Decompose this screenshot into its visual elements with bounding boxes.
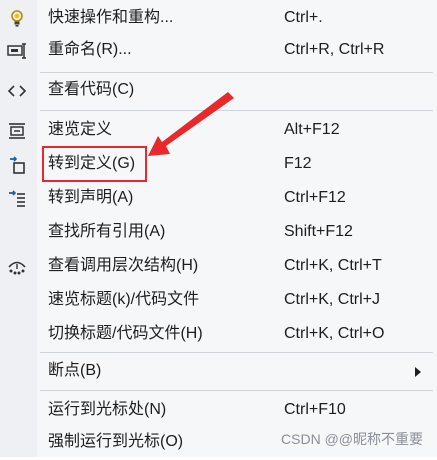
- menu-item-label: 强制运行到光标(O): [48, 433, 184, 450]
- menu-item-shortcut: Alt+F12: [284, 121, 340, 138]
- menu-item-label: 断点(B): [48, 362, 102, 379]
- menu-item-shortcut: Ctrl+F10: [284, 401, 346, 418]
- watermark-text: CSDN @@昵称不重要: [281, 431, 423, 447]
- rename-icon: [6, 41, 28, 61]
- menu-item-label: 查看代码(C): [48, 81, 135, 98]
- context-menu: 快速操作和重构... Ctrl+. 重命名(R)... Ctrl+R, Ctrl…: [0, 0, 437, 457]
- annotation-highlight-box: [42, 146, 147, 182]
- menu-separator: [40, 72, 433, 73]
- menu-item-label: 重命名(R)...: [48, 41, 132, 58]
- menu-item-label: 速览标题(k)/代码文件: [48, 291, 200, 308]
- menu-item-go-to-declaration[interactable]: 转到声明(A) Ctrl+F12: [0, 182, 437, 216]
- menu-item-breakpoint[interactable]: 断点(B): [0, 355, 437, 389]
- menu-item-peek-header[interactable]: 速览标题(k)/代码文件 Ctrl+K, Ctrl+J: [0, 284, 437, 318]
- menu-item-shortcut: Shift+F12: [284, 223, 353, 240]
- menu-item-label: 运行到光标处(N): [48, 401, 167, 418]
- menu-separator: [40, 390, 433, 391]
- go-to-definition-icon: [6, 155, 28, 175]
- menu-item-call-hierarchy[interactable]: 查看调用层次结构(H) Ctrl+K, Ctrl+T: [0, 250, 437, 284]
- submenu-arrow-icon: [415, 367, 421, 377]
- menu-item-shortcut: Ctrl+R, Ctrl+R: [284, 41, 385, 58]
- peek-definition-icon: [6, 121, 28, 141]
- call-hierarchy-icon: [6, 257, 28, 277]
- lightbulb-icon: [6, 9, 28, 29]
- menu-item-label: 快速操作和重构...: [48, 9, 174, 26]
- menu-item-quick-actions[interactable]: 快速操作和重构... Ctrl+.: [0, 2, 437, 36]
- code-brackets-icon: [6, 81, 28, 101]
- menu-item-run-to-cursor[interactable]: 运行到光标处(N) Ctrl+F10: [0, 394, 437, 428]
- menu-item-label: 查找所有引用(A): [48, 223, 166, 240]
- menu-item-shortcut: F12: [284, 155, 312, 172]
- menu-item-shortcut: Ctrl+K, Ctrl+T: [284, 257, 382, 274]
- menu-item-label: 转到声明(A): [48, 189, 134, 206]
- menu-item-label: 切换标题/代码文件(H): [48, 325, 203, 342]
- menu-item-find-all-references[interactable]: 查找所有引用(A) Shift+F12: [0, 216, 437, 250]
- menu-item-shortcut: Ctrl+K, Ctrl+O: [284, 325, 385, 342]
- menu-item-shortcut: Ctrl+F12: [284, 189, 346, 206]
- menu-item-label: 速览定义: [48, 121, 113, 138]
- menu-item-rename[interactable]: 重命名(R)... Ctrl+R, Ctrl+R: [0, 34, 437, 68]
- go-to-declaration-icon: [6, 189, 28, 209]
- menu-item-label: 查看调用层次结构(H): [48, 257, 199, 274]
- menu-separator: [40, 352, 433, 353]
- menu-item-shortcut: Ctrl+.: [284, 9, 323, 26]
- annotation-arrow-icon: [148, 92, 234, 156]
- menu-item-toggle-header[interactable]: 切换标题/代码文件(H) Ctrl+K, Ctrl+O: [0, 318, 437, 352]
- menu-item-shortcut: Ctrl+K, Ctrl+J: [284, 291, 381, 308]
